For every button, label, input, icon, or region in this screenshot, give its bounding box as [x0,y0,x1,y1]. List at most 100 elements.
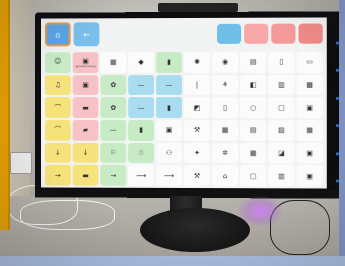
symbol-cell[interactable]: ▮ [128,119,155,141]
symbol-icon: ▣ [306,103,313,112]
symbol-cell[interactable]: ✦ [184,142,211,164]
symbol-cell[interactable]: — [156,74,183,96]
symbol-cell[interactable]: ▦ [296,120,323,141]
symbol-icon: ▰ [82,126,89,135]
symbol-cell[interactable]: ▰ [72,119,99,141]
back-button[interactable]: ← [73,22,100,47]
symbol-cell[interactable]: ▤ [240,51,267,73]
top-right-tile[interactable] [271,23,296,44]
symbol-cell[interactable]: ⚒ [184,165,211,187]
symbol-cell[interactable]: — [128,97,155,118]
aac-screen: ⌂ ← ☺ I ▣ goodmorning ▦ ◆ ▮ ✺ ◉ ▤ ▯ ▭ ♫ ▣ ✿ — — ❘ ⚘ ◧ ▥ ▩ ⌒ ▬ ✿ —… [40,17,327,189]
symbol-cell[interactable]: — [128,74,155,96]
symbol-cell[interactable]: ▣ [296,97,323,119]
symbol-icon: ▮ [167,103,171,112]
symbol-cell[interactable]: ▣ [296,142,323,164]
symbol-cell[interactable]: ⚐ [100,142,127,164]
symbol-icon: ▣ [165,126,173,135]
symbol-cell[interactable]: ✺ [184,51,211,73]
symbol-icon: ▢ [278,103,285,112]
symbol-cell[interactable]: ◆ [128,52,155,73]
symbol-icon: — [165,81,173,89]
symbol-cell[interactable]: ⌒ [44,119,71,141]
symbol-icon: ✿ [110,103,117,112]
symbol-cell[interactable]: ❘ [184,74,211,96]
symbol-cell[interactable]: ▤ [240,120,267,141]
symbol-cell[interactable]: ▮ [156,97,183,118]
symbol-icon: ▣ [306,149,313,158]
symbol-cell[interactable]: → [44,164,71,186]
symbol-cell[interactable]: ▢ [268,97,295,119]
symbol-cell[interactable]: ▭ [296,51,323,73]
symbol-cell[interactable]: — [100,119,127,141]
symbol-cell[interactable]: ◉ [212,51,239,73]
symbol-cell[interactable]: ◪ [268,142,295,164]
symbol-icon: ❘ [194,80,200,89]
symbol-icon: ↓ [82,148,89,157]
symbol-cell[interactable]: ▩ [296,74,323,96]
symbol-cell[interactable]: ▬ [72,165,99,186]
symbol-cell[interactable]: ☃ [128,142,155,164]
symbol-cell[interactable]: ▢ [240,165,267,187]
symbol-icon: ▥ [278,171,285,180]
symbol-label: I [57,65,59,69]
orange-frame-edge [0,0,10,230]
symbol-cell[interactable]: ⌒ [44,97,71,118]
symbol-cell[interactable]: ⌂ [212,165,239,187]
symbol-icon: ▣ [82,81,89,90]
symbol-cell[interactable]: ✲ [212,142,239,164]
symbol-cell[interactable]: ○ [240,97,267,119]
top-right-tile[interactable] [217,23,242,44]
purple-light-glow [238,196,282,226]
symbol-cell[interactable]: ⟶ [156,165,183,186]
symbol-icon: ✦ [194,148,200,158]
symbol-icon: ⚘ [221,80,229,89]
symbol-cell[interactable]: ▨ [268,120,295,141]
symbol-cell[interactable]: ▣ [156,119,183,141]
symbol-cell[interactable]: ▣ goodmorning [72,52,99,73]
symbol-icon: ✲ [222,149,228,158]
symbol-icon: ◪ [278,149,285,158]
symbol-icon: ◉ [221,58,229,67]
symbol-cell[interactable]: ▯ [268,51,295,73]
symbol-cell[interactable]: ☺ I [44,52,71,73]
symbol-cell[interactable]: ◧ [240,74,267,96]
symbol-cell[interactable]: ▦ [100,52,127,73]
top-right-tiles [217,23,323,44]
symbol-icon: ▥ [278,80,285,89]
symbol-cell[interactable]: ▥ [268,165,295,187]
symbol-cell[interactable]: ⚇ [156,142,183,164]
symbol-icon: ▨ [278,126,285,135]
symbol-cell[interactable]: ▣ [72,74,99,96]
symbol-cell[interactable]: ⟶ [128,165,155,186]
symbol-cell[interactable]: ♫ [44,74,71,96]
symbol-icon: ◩ [193,103,201,112]
blue-frame-bottom [0,256,345,266]
symbol-cell[interactable]: ▣ [296,165,323,187]
symbol-cell[interactable]: ↓ [72,142,99,164]
symbol-cell[interactable]: → [100,165,127,186]
symbol-label: goodmorning [75,64,96,69]
symbol-cell[interactable]: ✿ [100,97,127,118]
symbol-icon: ▦ [306,126,313,135]
top-right-tile[interactable] [244,23,269,44]
symbol-cell[interactable]: ▦ [212,120,239,141]
symbol-cell[interactable]: ▬ [72,97,99,118]
symbol-icon: ▢ [249,171,257,180]
symbol-cell[interactable]: ▮ [156,52,183,73]
symbol-icon: ⟶ [136,171,147,180]
symbol-cell[interactable]: ↓ [44,142,71,164]
home-icon: ⌂ [55,29,61,39]
home-button[interactable]: ⌂ [44,22,71,47]
symbol-cell[interactable]: ▦ [240,142,267,164]
symbol-icon: ✿ [110,81,117,90]
blue-frame-edge [339,0,345,266]
symbol-cell[interactable]: ◩ [184,97,211,118]
symbol-cell[interactable]: ▥ [268,74,295,96]
symbol-cell[interactable]: ⚒ [184,119,211,141]
symbol-icon: ⚒ [193,171,201,180]
top-right-tile[interactable] [298,23,323,44]
symbol-cell[interactable]: ▯ [212,97,239,119]
symbol-cell[interactable]: ✿ [100,74,127,96]
symbol-cell[interactable]: ⚘ [212,74,239,96]
